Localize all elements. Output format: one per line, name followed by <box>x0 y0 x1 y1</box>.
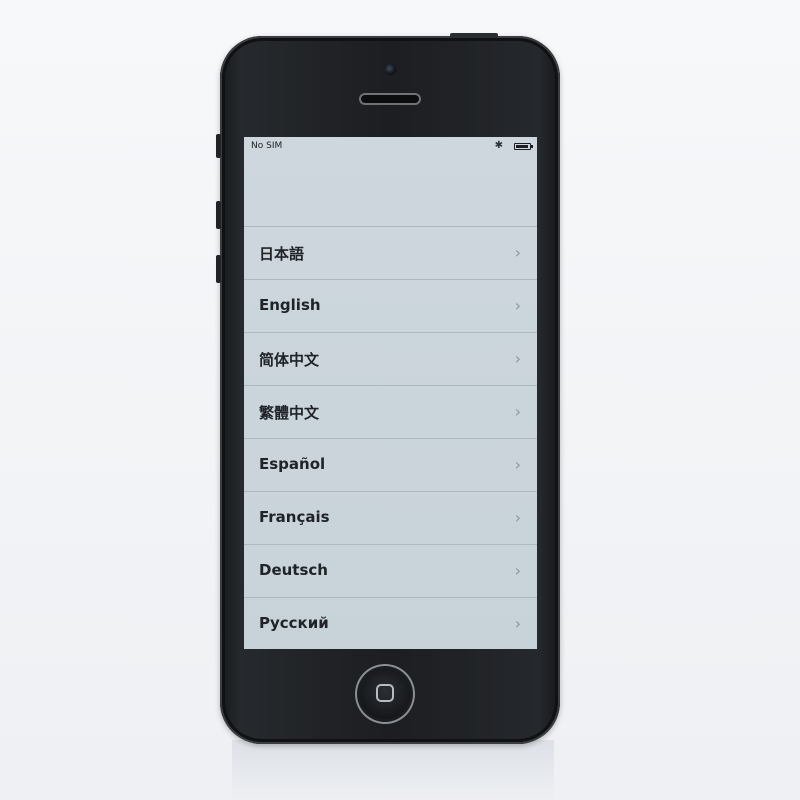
chevron-right-icon: › <box>514 402 521 421</box>
mute-switch <box>216 134 221 158</box>
earpiece-speaker <box>359 93 421 105</box>
front-camera <box>385 64 396 75</box>
language-label: English <box>259 296 321 314</box>
volume-up-button <box>216 201 221 229</box>
language-option-simplified-chinese[interactable]: 简体中文 › <box>244 332 537 385</box>
language-option-french[interactable]: Français › <box>244 491 537 544</box>
chevron-right-icon: › <box>514 508 521 527</box>
home-button-icon <box>376 684 394 702</box>
iphone-device: No SIM ✱ 日本語 › English › 简体中文 › 繁體中文 › E… <box>216 33 560 744</box>
language-option-german[interactable]: Deutsch › <box>244 544 537 597</box>
language-label: Français <box>259 508 330 526</box>
bluetooth-icon: ✱ <box>494 140 503 151</box>
language-option-spanish[interactable]: Español › <box>244 438 537 491</box>
phone-stand <box>232 740 554 800</box>
language-option-japanese[interactable]: 日本語 › <box>244 226 537 279</box>
language-label: 繁體中文 <box>259 404 320 422</box>
language-option-russian[interactable]: Русский › <box>244 597 537 649</box>
chevron-right-icon: › <box>514 349 521 368</box>
language-label: Español <box>259 455 326 473</box>
language-option-traditional-chinese[interactable]: 繁體中文 › <box>244 385 537 438</box>
chevron-right-icon: › <box>514 614 521 633</box>
status-bar: No SIM ✱ <box>244 137 537 155</box>
chevron-right-icon: › <box>514 296 521 315</box>
chevron-right-icon: › <box>514 561 521 580</box>
language-label: Русский <box>259 614 329 632</box>
language-label: Deutsch <box>259 561 328 579</box>
language-label: 简体中文 <box>259 351 320 369</box>
volume-down-button <box>216 255 221 283</box>
chevron-right-icon: › <box>514 243 521 262</box>
chevron-right-icon: › <box>514 455 521 474</box>
language-label: 日本語 <box>259 245 305 263</box>
language-option-english[interactable]: English › <box>244 279 537 332</box>
language-selection-screen: No SIM ✱ 日本語 › English › 简体中文 › 繁體中文 › E… <box>244 137 537 649</box>
carrier-status: No SIM <box>251 141 283 151</box>
power-button <box>450 33 498 38</box>
home-button[interactable] <box>355 664 415 724</box>
photo-background: No SIM ✱ 日本語 › English › 简体中文 › 繁體中文 › E… <box>0 0 800 800</box>
battery-icon <box>514 143 533 150</box>
language-list: 日本語 › English › 简体中文 › 繁體中文 › Español › … <box>244 226 537 649</box>
